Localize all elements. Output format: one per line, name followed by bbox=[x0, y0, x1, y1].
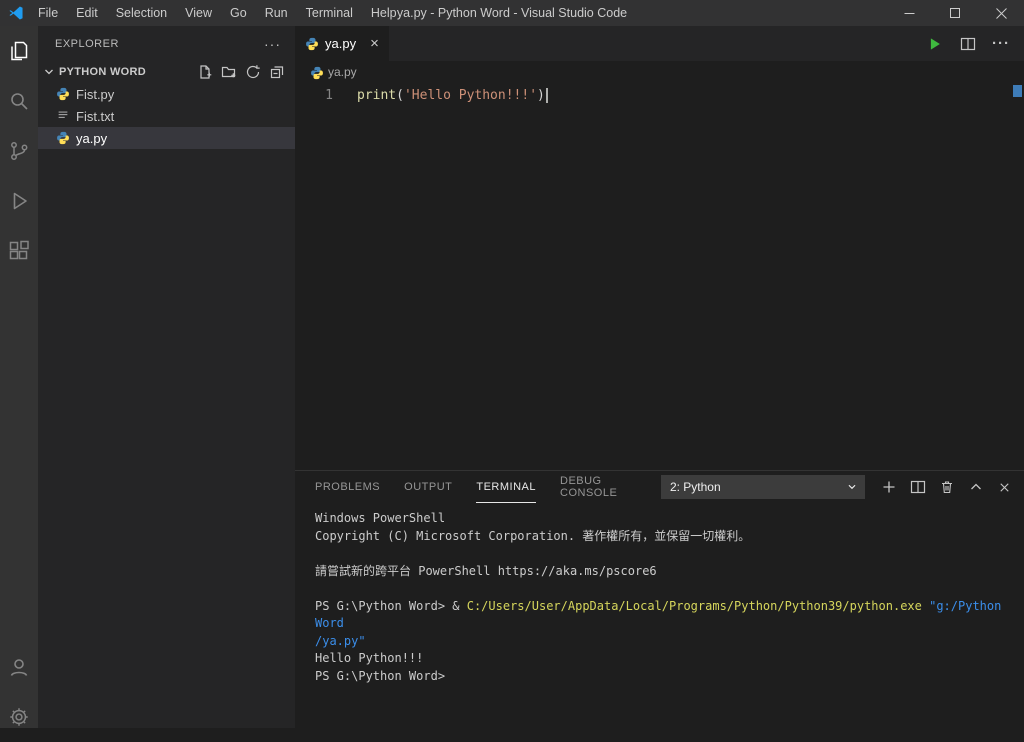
tab-close-icon[interactable]: × bbox=[370, 36, 379, 51]
new-file-icon[interactable] bbox=[197, 64, 213, 80]
menu-file[interactable]: File bbox=[29, 0, 67, 26]
window-title: ya.py - Python Word - Visual Studio Code bbox=[396, 6, 628, 20]
minimize-button[interactable] bbox=[886, 0, 932, 26]
close-window-button[interactable] bbox=[978, 0, 1024, 26]
explorer-more-actions-icon[interactable]: ··· bbox=[264, 36, 281, 52]
menu-selection[interactable]: Selection bbox=[107, 0, 176, 26]
close-panel-icon[interactable] bbox=[997, 480, 1012, 495]
tab-ya-py[interactable]: ya.py × bbox=[295, 26, 389, 61]
bottom-panel: PROBLEMS OUTPUT TERMINAL DEBUG CONSOLE 2: P… bbox=[295, 470, 1024, 728]
menu-run[interactable]: Run bbox=[256, 0, 297, 26]
explorer-sidebar: EXPLORER ··· PYTHON WORD Fist.py Fist.tx… bbox=[38, 26, 295, 728]
explorer-title: EXPLORER bbox=[55, 37, 119, 50]
editor-area: ya.py × ··· ya.py 1 print('Hello Python!… bbox=[295, 26, 1024, 728]
activity-bar-bottom bbox=[0, 642, 38, 728]
file-list: Fist.py Fist.txt ya.py bbox=[38, 83, 295, 149]
chevron-down-icon bbox=[845, 480, 859, 494]
breadcrumb[interactable]: ya.py bbox=[295, 61, 1024, 83]
terminal-line: /ya.py" bbox=[315, 633, 366, 648]
menu-view[interactable]: View bbox=[176, 0, 221, 26]
line-number: 1 bbox=[325, 88, 333, 103]
split-terminal-icon[interactable] bbox=[910, 479, 926, 495]
maximize-panel-chevron-icon[interactable] bbox=[968, 479, 984, 495]
file-name: Fist.py bbox=[76, 86, 115, 102]
text-file-icon bbox=[56, 109, 70, 123]
code-line-1: 1 print('Hello Python!!!') bbox=[295, 86, 1024, 105]
settings-gear-icon[interactable] bbox=[0, 692, 38, 742]
panel-actions bbox=[881, 479, 1012, 495]
terminal-line: PS G:\Python Word> bbox=[315, 668, 446, 683]
panel-tab-output[interactable]: OUTPUT bbox=[404, 471, 452, 503]
refresh-icon[interactable] bbox=[245, 64, 261, 80]
terminal-line: Hello Python!!! bbox=[315, 651, 424, 665]
terminal-line: PS G:\Python Word> & C:/Users/User/AppDa… bbox=[315, 598, 1009, 631]
menu-edit[interactable]: Edit bbox=[67, 0, 107, 26]
python-file-icon bbox=[305, 37, 319, 51]
new-folder-icon[interactable] bbox=[221, 64, 237, 80]
python-file-icon bbox=[56, 87, 70, 101]
text-cursor bbox=[545, 88, 548, 103]
code-text: print('Hello Python!!!') bbox=[357, 88, 548, 103]
maximize-button[interactable] bbox=[932, 0, 978, 26]
window-controls bbox=[886, 0, 1024, 26]
explorer-icon[interactable] bbox=[0, 26, 38, 76]
chevron-down-icon bbox=[41, 64, 57, 80]
terminal-shell-selector[interactable]: 2: Python bbox=[660, 475, 865, 499]
editor-more-actions-icon[interactable]: ··· bbox=[992, 35, 1010, 52]
python-file-icon bbox=[310, 66, 323, 79]
activity-bar bbox=[0, 26, 38, 728]
file-row-ya-py[interactable]: ya.py bbox=[38, 127, 295, 149]
new-terminal-icon[interactable] bbox=[881, 479, 897, 495]
panel-tab-terminal[interactable]: TERMINAL bbox=[476, 471, 536, 503]
terminal-line: Windows PowerShell bbox=[315, 511, 446, 525]
file-name: Fist.txt bbox=[76, 108, 115, 124]
folder-section-label: PYTHON WORD bbox=[59, 66, 147, 78]
panel-tabs: PROBLEMS OUTPUT TERMINAL DEBUG CONSOLE bbox=[315, 471, 661, 503]
panel-header: PROBLEMS OUTPUT TERMINAL DEBUG CONSOLE 2: P… bbox=[295, 471, 1024, 503]
python-file-icon bbox=[56, 131, 70, 145]
title-bar: File Edit Selection View Go Run Terminal Help y… bbox=[0, 0, 1024, 26]
collapse-all-icon[interactable] bbox=[269, 64, 285, 80]
file-row-fist-txt[interactable]: Fist.txt bbox=[38, 105, 295, 127]
menu-terminal[interactable]: Terminal bbox=[297, 0, 362, 26]
overview-ruler-marker bbox=[1013, 85, 1022, 97]
terminal-line: Copyright (C) Microsoft Corporation. 著作權… bbox=[315, 528, 751, 543]
terminal-line: 請嘗試新的跨平台 PowerShell https://aka.ms/pscor… bbox=[315, 563, 657, 578]
terminal-output[interactable]: Windows PowerShell Copyright (C) Microsof… bbox=[295, 503, 1024, 728]
kill-terminal-trash-icon[interactable] bbox=[939, 479, 955, 495]
menu-go[interactable]: Go bbox=[221, 0, 256, 26]
editor-actions: ··· bbox=[926, 26, 1024, 61]
source-control-icon[interactable] bbox=[0, 126, 38, 176]
vscode-logo-icon bbox=[8, 5, 24, 21]
tab-label: ya.py bbox=[325, 36, 357, 51]
extensions-icon[interactable] bbox=[0, 226, 38, 276]
file-name: ya.py bbox=[76, 130, 108, 146]
menu-bar: File Edit Selection View Go Run Terminal Help bbox=[29, 0, 406, 26]
explorer-header: EXPLORER ··· bbox=[38, 26, 295, 61]
run-file-button[interactable] bbox=[926, 35, 944, 53]
panel-tab-debug-console[interactable]: DEBUG CONSOLE bbox=[560, 471, 637, 503]
breadcrumb-item[interactable]: ya.py bbox=[328, 65, 357, 79]
search-icon[interactable] bbox=[0, 76, 38, 126]
section-actions bbox=[197, 64, 295, 80]
file-row-fist-py[interactable]: Fist.py bbox=[38, 83, 295, 105]
split-editor-icon[interactable] bbox=[960, 36, 976, 52]
menu-help[interactable]: Help bbox=[362, 0, 406, 26]
run-debug-icon[interactable] bbox=[0, 176, 38, 226]
shell-selector-value: 2: Python bbox=[669, 480, 721, 494]
panel-tab-problems[interactable]: PROBLEMS bbox=[315, 471, 380, 503]
account-icon[interactable] bbox=[0, 642, 38, 692]
editor-tab-bar: ya.py × ··· bbox=[295, 26, 1024, 61]
folder-section-header[interactable]: PYTHON WORD bbox=[38, 61, 295, 83]
code-editor[interactable]: 1 print('Hello Python!!!') bbox=[295, 83, 1024, 470]
